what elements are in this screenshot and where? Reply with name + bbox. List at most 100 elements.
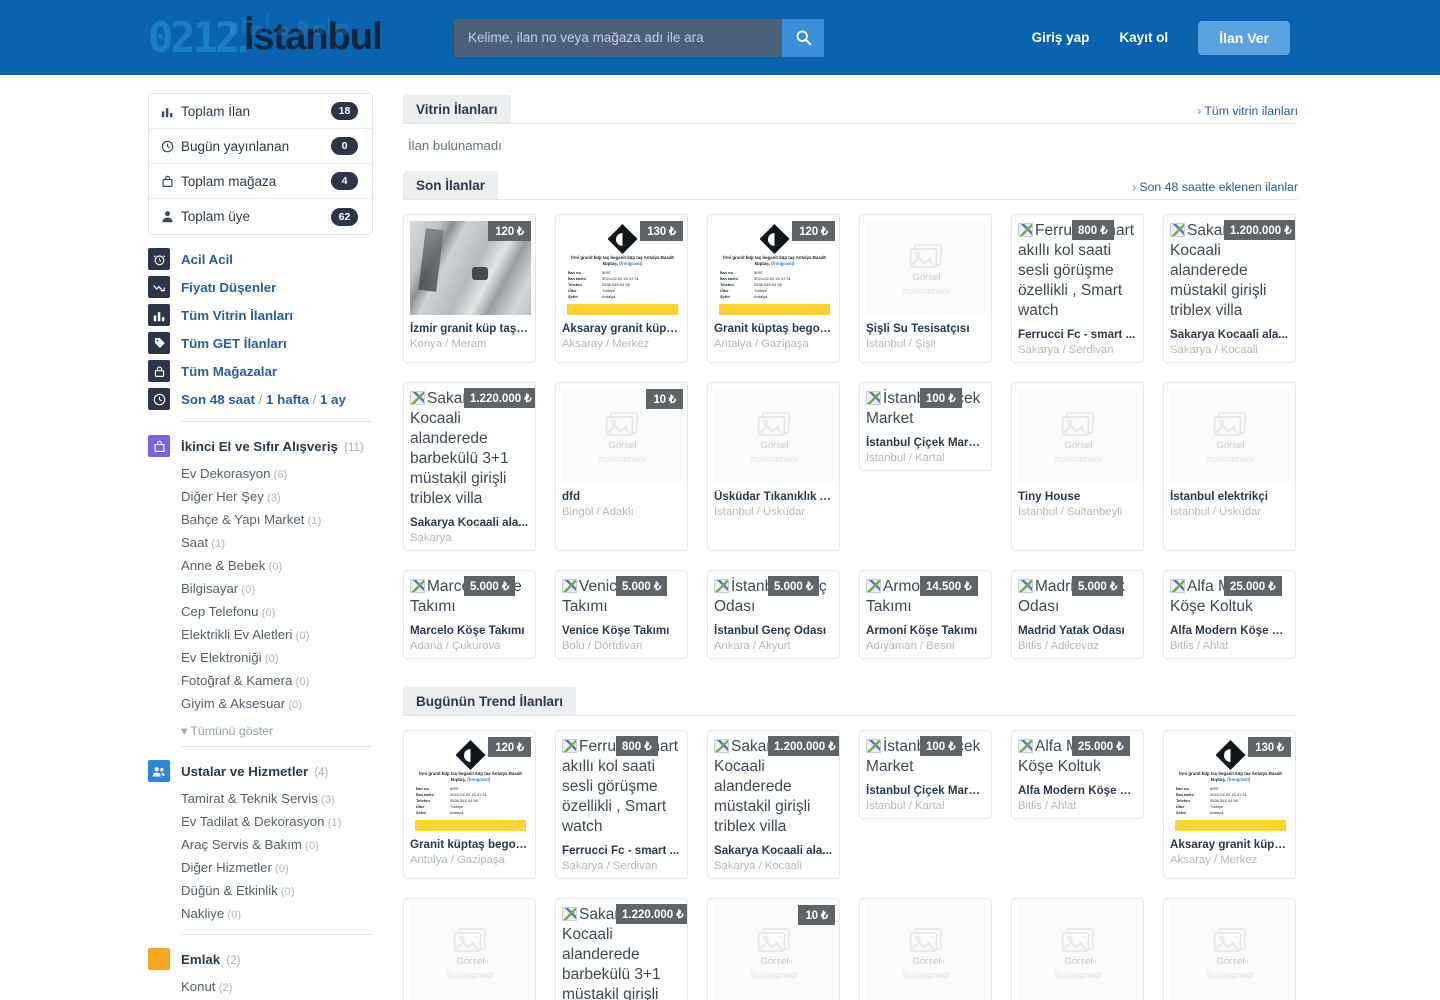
listing-card[interactable]: Ferrucci smart akıllı kol saati sesli gö… — [555, 730, 688, 879]
listing-card[interactable]: Görsel bulunamadı 10 ₺dfd Bingöl / Adakl… — [707, 898, 840, 1000]
category-item[interactable]: Diğer Her Şey (3) — [181, 486, 373, 509]
register-link[interactable]: Kayıt ol — [1119, 30, 1168, 45]
listing-image: Görsel bulunamadı 10 ₺ — [562, 389, 683, 483]
stat-row[interactable]: Toplam mağaza 4 — [149, 164, 372, 199]
broken-image-icon — [714, 579, 729, 593]
listing-card[interactable]: Ferrucci smart akıllı kol saati sesli gö… — [1011, 214, 1144, 363]
quick-link-label: Fiyatı Düşenler — [181, 279, 277, 295]
category-item-count: (0) — [224, 909, 242, 921]
all-showcase-link[interactable]: › Tüm vitrin ilanları — [1197, 104, 1298, 123]
quick-link-t-m-ma-azalar[interactable]: Tüm Mağazalar — [148, 357, 373, 385]
listing-card[interactable]: Marcelo Köşe Takımı 5.000 ₺ Marcelo Köşe… — [403, 570, 536, 659]
listing-card[interactable]: Sakarya Kocaali alanderede barbekülü 3+1… — [555, 898, 688, 1000]
quick-link-acil-acil[interactable]: Acil Acil — [148, 245, 373, 273]
listing-card[interactable]: Görsel bulunamadı Üsküdar Tıkanıklık A..… — [859, 898, 992, 1000]
tab-showcase[interactable]: Vitrin İlanları — [403, 95, 511, 123]
listing-card[interactable]: Alfa Modern Köşe Koltuk 25.000 ₺ Alfa Mo… — [1011, 730, 1144, 819]
category-item[interactable]: Nakliye (0) — [181, 903, 373, 926]
showcase-section-header: Vitrin İlanları › Tüm vitrin ilanları — [403, 93, 1298, 124]
listing-card[interactable]: Sakarya Kocaali alanderede müstakil giri… — [707, 730, 840, 879]
category-item[interactable]: Araç Servis & Bakım (0) — [181, 834, 373, 857]
quick-link-t-m-vitrin-i-lanlar-[interactable]: Tüm Vitrin İlanları — [148, 301, 373, 329]
listing-card[interactable]: Görsel bulunamadı İstanbul elektrikçi İs… — [1163, 382, 1296, 551]
quick-link-fiyat-d-enler[interactable]: Fiyatı Düşenler — [148, 273, 373, 301]
quick-link-t-m-get-i-lanlar-[interactable]: Tüm GET İlanları — [148, 329, 373, 357]
listing-card[interactable]: Venice Köşe Takımı 5.000 ₺ Venice Köşe T… — [555, 570, 688, 659]
broken-image-block: Alfa Modern Köşe Koltuk 25.000 ₺ — [1170, 576, 1289, 617]
placeholder-line2: bulunamadı — [1054, 453, 1103, 464]
category-item[interactable]: Konut (2) — [181, 976, 373, 999]
listing-card[interactable]: Görsel bulunamadı Şişli Su Tesisatçısı İ… — [859, 214, 992, 363]
category-header[interactable]: İkinci El ve Sıfır Alışveriş (11) — [148, 432, 373, 460]
show-all-link[interactable]: ▾ Tümünü göster — [181, 724, 373, 738]
listing-card[interactable]: Görsel bulunamadı Tiny House İstanbul / … — [1011, 382, 1144, 551]
stat-label: Toplam üye — [181, 209, 251, 224]
tab-trending[interactable]: Bugünün Trend İlanları — [403, 687, 577, 715]
stat-badge: 18 — [331, 102, 358, 120]
category-item[interactable]: Elektrikli Ev Aletleri (0) — [181, 624, 373, 647]
category-item[interactable]: Bahçe & Yapı Market (1) — [181, 509, 373, 532]
listing-card[interactable]: Görsel bulunamadı Üsküdar Tıkanıklık A..… — [707, 382, 840, 551]
listing-card[interactable]: Sakarya Kocaali alanderede barbekülü 3+1… — [403, 382, 536, 551]
category-item[interactable]: Düğün & Etkinlik (0) — [181, 880, 373, 903]
stat-row[interactable]: Toplam üye 62 — [149, 199, 372, 234]
category-item[interactable]: Tamirat & Teknik Servis (3) — [181, 788, 373, 811]
category-item[interactable]: Cep Telefonu (0) — [181, 601, 373, 624]
listing-location: Sakarya / Serdivan — [562, 860, 658, 872]
listing-card[interactable]: Görsel bulunamadı Tiny House İstanbul / … — [1011, 898, 1144, 1000]
stat-row[interactable]: Bugün yayınlanan 0 — [149, 129, 372, 164]
search-button[interactable] — [782, 18, 824, 57]
login-link[interactable]: Giriş yap — [1032, 30, 1090, 45]
placeholder-line1: Görsel — [1216, 439, 1245, 451]
listing-card[interactable]: İrmi granit küp taş beganit küp taş Anta… — [1163, 730, 1296, 879]
listing-image: İrmi granit küp taş beganit küp taş Anta… — [714, 221, 835, 315]
category-item[interactable]: Ev Tadilat & Dekorasyon (1) — [181, 811, 373, 834]
price-badge: 800 ₺ — [1072, 220, 1114, 240]
tab-latest[interactable]: Son İlanlar — [403, 171, 499, 199]
listing-card[interactable]: Alfa Modern Köşe Koltuk 25.000 ₺ Alfa Mo… — [1163, 570, 1296, 659]
category-item[interactable]: Ev Elektroniği (0) — [181, 647, 373, 670]
category-header[interactable]: Emlak (2) — [148, 945, 373, 973]
price-badge: 10 ₺ — [646, 389, 683, 409]
image-placeholder-icon — [910, 927, 943, 952]
listing-card[interactable]: İrmi granit küp taş beganit küp taş Anta… — [555, 214, 688, 363]
time-filter-option[interactable]: 1 hafta — [266, 392, 309, 407]
stat-row[interactable]: Toplam İlan 18 — [149, 94, 372, 129]
listing-title: dfd — [562, 490, 581, 503]
broken-image-block: İstanbul Genç Odası 5.000 ₺ — [714, 576, 833, 617]
latest-48h-link[interactable]: › Son 48 saatte eklenen ilanlar — [1132, 180, 1298, 199]
category-item[interactable]: Diğer Hizmetler (0) — [181, 857, 373, 880]
listing-image: İrmi granit küp taş beganit küp taş Anta… — [410, 737, 531, 831]
search-input[interactable] — [454, 18, 782, 57]
listing-card[interactable]: İrmi granit küp taş beganit küp taş Anta… — [403, 730, 536, 879]
listing-card[interactable]: Görsel bulunamadı Şişli Su Tesisatçısı İ… — [403, 898, 536, 1000]
image-placeholder: Görsel bulunamadı — [1207, 905, 1254, 999]
category-item-label: Ev Elektroniği — [181, 650, 262, 665]
listing-card[interactable]: İstanbul Genç Odası 5.000 ₺ İstanbul Gen… — [707, 570, 840, 659]
listing-card[interactable]: İrmi granit küp taş beganit küp taş Anta… — [707, 214, 840, 363]
post-ad-button[interactable]: İlan Ver — [1198, 20, 1290, 55]
image-placeholder: Görsel bulunamadı — [903, 905, 950, 999]
category-item[interactable]: Anne & Bebek (0) — [181, 555, 373, 578]
listing-card[interactable]: Sakarya Kocaali alanderede müstakil giri… — [1163, 214, 1296, 363]
site-logo[interactable]: 0212. İstanbul — [148, 7, 388, 69]
broken-image-icon — [1018, 739, 1033, 753]
category-item[interactable]: Ev Dekorasyon (6) — [181, 463, 373, 486]
brand-logo-icon — [1215, 740, 1246, 770]
category-item[interactable]: Fotoğraf & Kamera (0) — [181, 670, 373, 693]
category-item[interactable]: Bilgisayar (0) — [181, 578, 373, 601]
listing-card[interactable]: Madrid Yatak Odası 5.000 ₺ Madrid Yatak … — [1011, 570, 1144, 659]
category-header[interactable]: Ustalar ve Hizmetler (4) — [148, 757, 373, 785]
time-filter-option[interactable]: 1 ay — [320, 392, 346, 407]
price-badge: 25.000 ₺ — [1224, 576, 1282, 596]
listing-card[interactable]: Görsel bulunamadı 10 ₺dfd Bingöl / Adakl… — [555, 382, 688, 551]
category-item[interactable]: Giyim & Aksesuar (0) — [181, 693, 373, 716]
time-filter-option[interactable]: Son 48 saat — [181, 392, 255, 407]
category-item[interactable]: Saat (1) — [181, 532, 373, 555]
listing-card[interactable]: İstanbul Çiçek Market 100 ₺ İstanbul Çiç… — [859, 382, 992, 471]
listing-card[interactable]: İstanbul Çiçek Market 100 ₺ İstanbul Çiç… — [859, 730, 992, 819]
listing-card[interactable]: 120 ₺ İzmir granit küp taş ... Konya / Me… — [403, 214, 536, 363]
listing-card[interactable]: Görsel bulunamadı İstanbul elektrikçi İs… — [1163, 898, 1296, 1000]
listing-location: Adıyaman / Besni — [866, 640, 955, 652]
listing-card[interactable]: Armoni Köşe Takımı 14.500 ₺ Armoni Köşe … — [859, 570, 992, 659]
